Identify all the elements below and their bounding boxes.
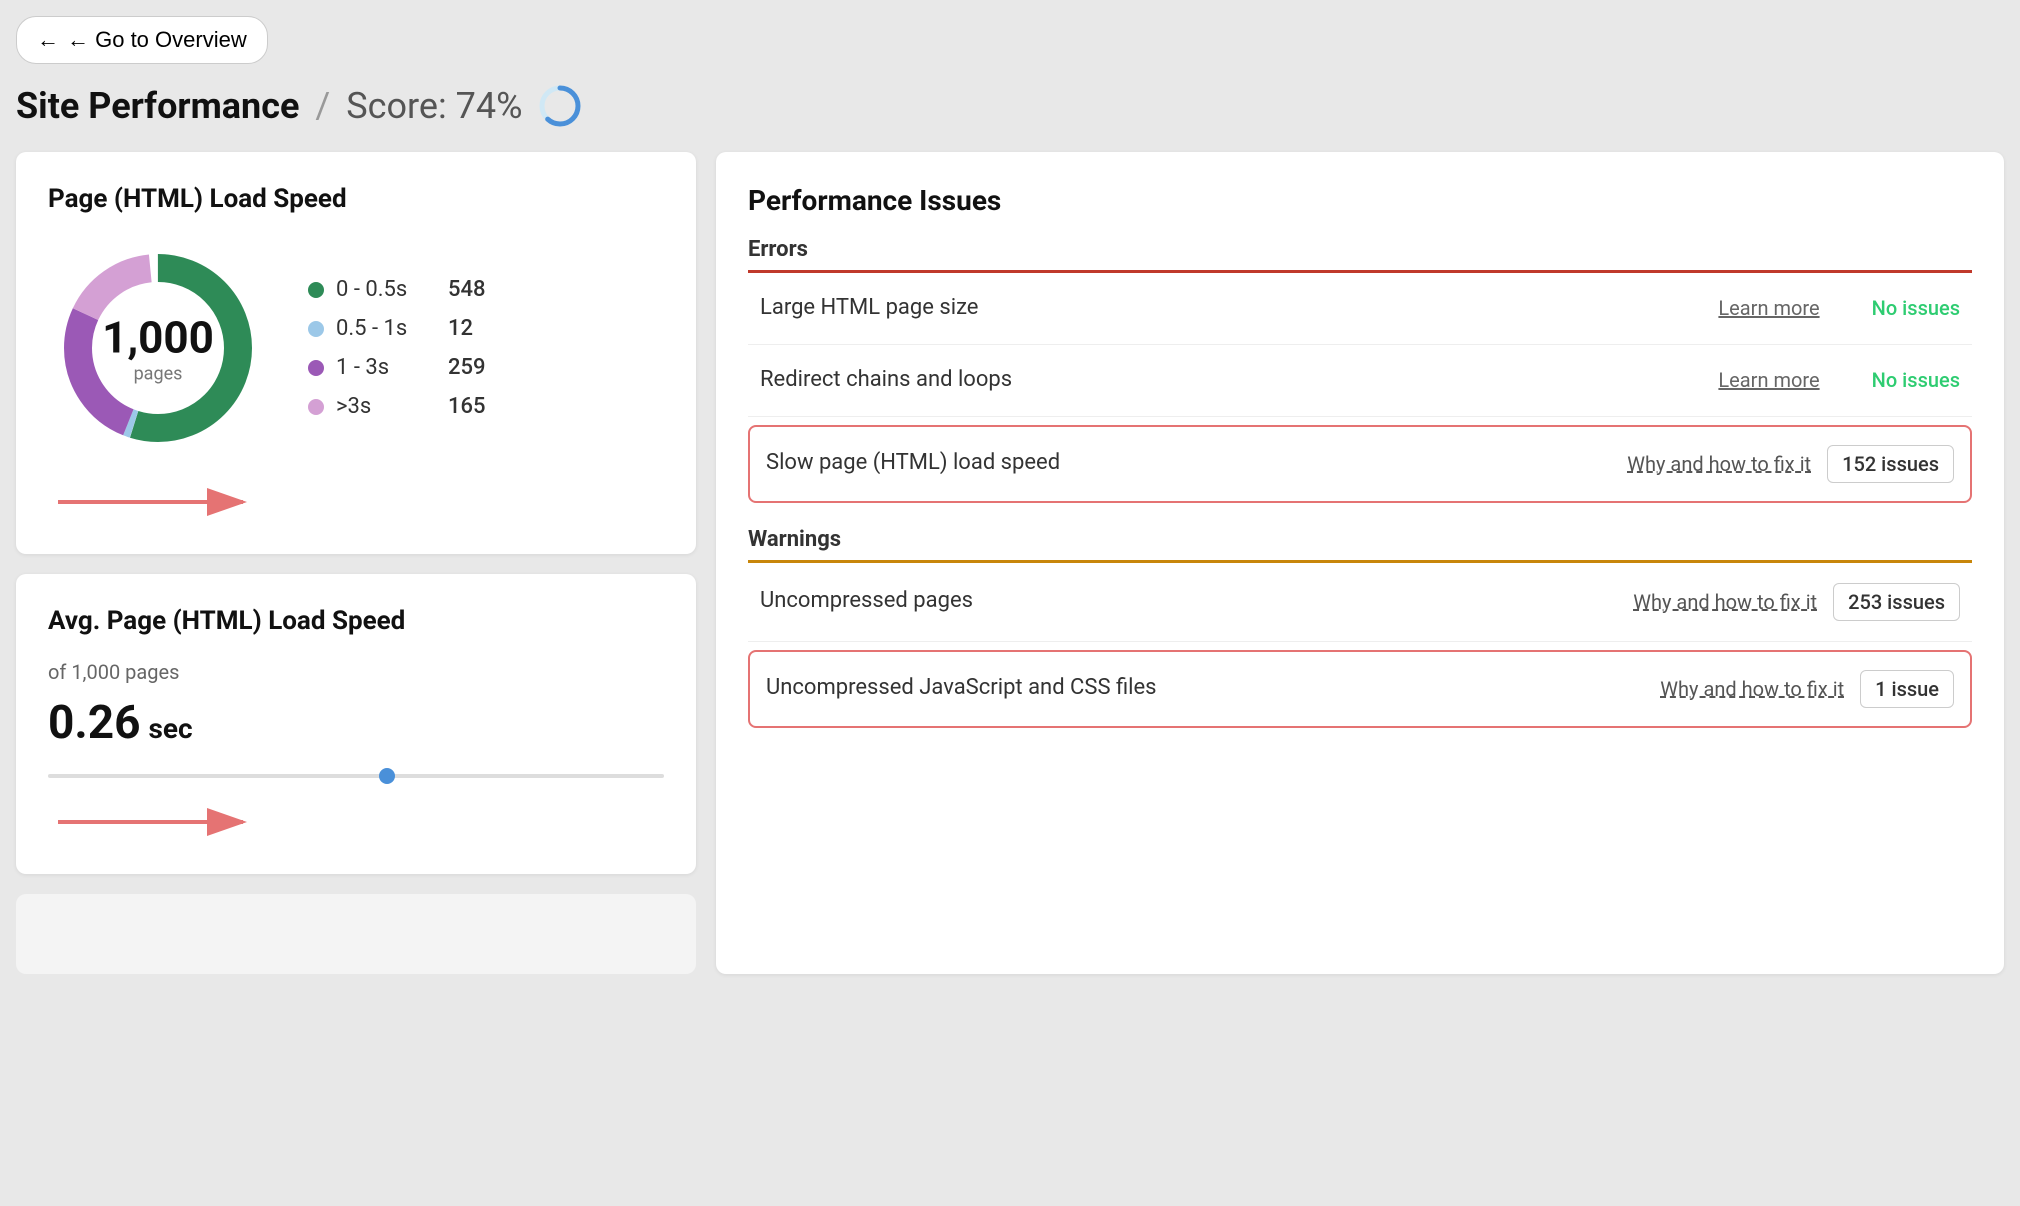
legend-range-1: 0.5 - 1s [336,316,436,341]
page-header: Site Performance / Score: 74% [16,84,2004,128]
donut-total: 1,000 [102,312,214,364]
warnings-header: Warnings [748,527,1972,560]
avg-bar-track [48,774,664,778]
donut-pages-label: pages [102,364,214,385]
go-to-overview-label: ← Go to Overview [67,27,247,53]
why-fix-link-1[interactable]: Why and how to fix it [1633,590,1817,614]
back-arrow-icon: ← [37,27,59,53]
errors-section: Errors Large HTML page size Learn more N… [748,237,1972,503]
go-to-overview-button[interactable]: ← ← Go to Overview [16,16,268,64]
warnings-section: Warnings Uncompressed pages Why and how … [748,527,1972,728]
legend-range-0: 0 - 0.5s [336,277,436,302]
legend-item-0: 0 - 0.5s 548 [308,277,486,302]
load-speed-card: Page (HTML) Load Speed 1,000 pages [16,152,696,554]
arrow-icon-2 [58,802,258,842]
no-issues-badge-0: No issues [1850,296,1960,320]
load-speed-title: Page (HTML) Load Speed [48,184,664,214]
legend-count-1: 12 [448,316,473,341]
issue-row-uncompressed-pages: Uncompressed pages Why and how to fix it… [748,563,1972,642]
legend-range-3: >3s [336,394,436,419]
issue-count-0: 152 issues [1827,445,1954,483]
why-fix-link-0[interactable]: Why and how to fix it [1627,452,1811,476]
legend-count-2: 259 [448,355,486,380]
issue-count-2: 1 issue [1860,670,1954,708]
score-divider: / [315,85,330,127]
main-content: Page (HTML) Load Speed 1,000 pages [16,152,2004,974]
legend-item-2: 1 - 3s 259 [308,355,486,380]
donut-section: 1,000 pages 0 - 0.5s 548 0.5 - 1s 12 [48,238,664,458]
avg-bar-dot [379,768,395,784]
legend-count-0: 548 [448,277,486,302]
left-column: Page (HTML) Load Speed 1,000 pages [16,152,696,974]
avg-unit: sec [149,712,193,745]
issue-count-1: 253 issues [1833,583,1960,621]
avg-sub-text: of 1,000 pages [48,660,664,684]
issue-row-redirect: Redirect chains and loops Learn more No … [748,345,1972,417]
avg-value: 0.26 [48,696,141,750]
legend-item-1: 0.5 - 1s 12 [308,316,486,341]
errors-header: Errors [748,237,1972,270]
issue-row-large-html: Large HTML page size Learn more No issue… [748,273,1972,345]
donut-container: 1,000 pages [48,238,268,458]
arrow-icon-1 [58,482,258,522]
score-loading-icon [538,84,582,128]
legend: 0 - 0.5s 548 0.5 - 1s 12 1 - 3s 259 [308,277,486,419]
issue-row-uncompressed-js: Uncompressed JavaScript and CSS files Wh… [748,650,1972,728]
legend-range-2: 1 - 3s [336,355,436,380]
donut-center: 1,000 pages [102,312,214,385]
issue-large-html-name: Large HTML page size [760,293,1688,324]
avg-bar-section [48,774,664,778]
bottom-card-placeholder [16,894,696,974]
page-title: Site Performance [16,85,299,127]
legend-item-3: >3s 165 [308,394,486,419]
avg-load-speed-card: Avg. Page (HTML) Load Speed of 1,000 pag… [16,574,696,874]
legend-dot-1 [308,321,324,337]
avg-title: Avg. Page (HTML) Load Speed [48,606,664,636]
issue-uncompressed-pages-name: Uncompressed pages [760,586,1617,617]
legend-dot-3 [308,399,324,415]
legend-count-3: 165 [448,394,486,419]
issue-uncompressed-js-name: Uncompressed JavaScript and CSS files [766,673,1644,704]
score-text: Score: 74% [346,85,522,127]
legend-dot-0 [308,282,324,298]
why-fix-link-2[interactable]: Why and how to fix it [1660,677,1844,701]
issue-slow-page-name: Slow page (HTML) load speed [766,448,1611,479]
legend-dot-2 [308,360,324,376]
panel-title: Performance Issues [748,184,1972,217]
learn-more-link-0[interactable]: Learn more [1704,296,1834,320]
issue-row-slow-page: Slow page (HTML) load speed Why and how … [748,425,1972,503]
issue-redirect-name: Redirect chains and loops [760,365,1688,396]
no-issues-badge-1: No issues [1850,368,1960,392]
right-panel: Performance Issues Errors Large HTML pag… [716,152,2004,974]
learn-more-link-1[interactable]: Learn more [1704,368,1834,392]
